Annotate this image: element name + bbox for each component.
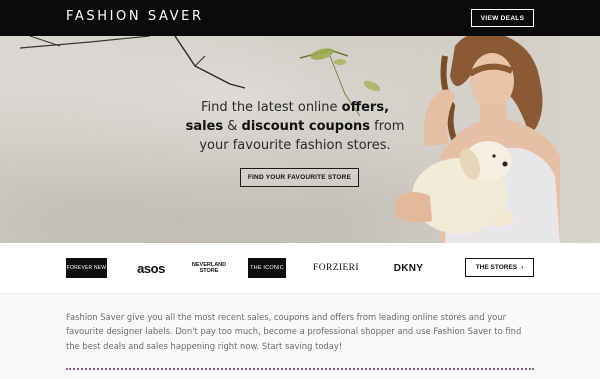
brand-neverland-store[interactable]: NEVERLAND STORE	[192, 257, 226, 279]
brand-asos[interactable]: asos	[132, 260, 170, 276]
section-divider	[66, 368, 534, 370]
hero-line2-post: from	[370, 119, 405, 134]
hero-line1-pre: Find the latest online	[200, 100, 342, 115]
brand-forzieri[interactable]: FORZIERI	[311, 260, 361, 276]
brand-strip: FOREVER NEW asos NEVERLAND STORE THE ICO…	[0, 243, 600, 294]
hero-headline: Find the latest online offers, sales & d…	[180, 98, 410, 155]
intro-section: Fashion Saver give you all the most rece…	[0, 294, 600, 379]
the-stores-label: THE STORES	[475, 264, 518, 271]
chevron-right-icon: ›	[521, 264, 524, 271]
brand-the-iconic[interactable]: THE ICONIC	[248, 258, 286, 278]
site-header: FASHION SAVER VIEW DEALS	[0, 0, 600, 36]
brand-dkny[interactable]: DKNY	[386, 260, 431, 276]
find-store-button[interactable]: FIND YOUR FAVOURITE STORE	[240, 168, 359, 187]
hero-line3: your favourite fashion stores.	[199, 138, 391, 153]
hero-line2-bold1: sales	[185, 119, 224, 134]
brand-forever-new[interactable]: FOREVER NEW	[66, 258, 107, 278]
hero-line2-bold2: discount coupons	[241, 119, 371, 134]
hero-line2-mid: &	[223, 119, 242, 134]
the-stores-button[interactable]: THE STORES ›	[465, 258, 534, 277]
intro-paragraph: Fashion Saver give you all the most rece…	[66, 312, 522, 351]
brand-neverland-line2: STORE	[199, 268, 219, 274]
view-deals-button[interactable]: VIEW DEALS	[471, 9, 534, 27]
hero-line1-bold: offers,	[341, 100, 390, 115]
hero-banner: Find the latest online offers, sales & d…	[0, 36, 600, 243]
site-logo[interactable]: FASHION SAVER	[66, 9, 204, 24]
